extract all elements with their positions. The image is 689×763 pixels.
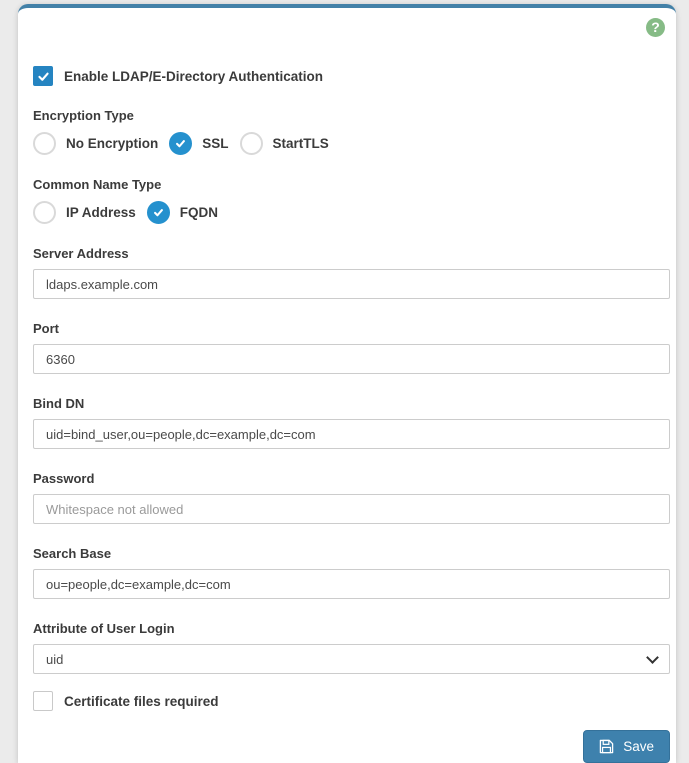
actions-row: Save	[33, 730, 670, 763]
panel-header: ?	[33, 18, 670, 37]
radio-circle[interactable]	[239, 132, 263, 155]
attribute-of-user-login-select-wrap: uid	[33, 636, 670, 674]
attribute-of-user-login-label: Attribute of User Login	[33, 621, 175, 636]
radio-fqdn[interactable]: FQDN	[146, 201, 219, 224]
enable-ldap-label: Enable LDAP/E-Directory Authentication	[64, 68, 324, 84]
ldap-settings-panel: ? Enable LDAP/E-Directory Authentication…	[18, 4, 676, 763]
radio-no-encryption-label: No Encryption	[66, 136, 159, 151]
check-icon	[153, 209, 163, 217]
bind-dn-label: Bind DN	[33, 396, 85, 411]
radio-ssl[interactable]: SSL	[169, 132, 229, 155]
enable-ldap-checkbox-row[interactable]: Enable LDAP/E-Directory Authentication	[33, 66, 670, 86]
help-icon[interactable]: ?	[646, 18, 665, 37]
certificate-files-label: Certificate files required	[64, 693, 219, 709]
encryption-type-label: Encryption Type	[33, 108, 134, 123]
radio-starttls[interactable]: StartTLS	[239, 132, 329, 155]
radio-circle[interactable]	[33, 132, 56, 155]
radio-circle[interactable]	[33, 201, 56, 224]
bind-dn-input[interactable]	[33, 419, 670, 449]
radio-ip-address[interactable]: IP Address	[33, 201, 136, 224]
encryption-type-group: No Encryption SSL StartTLS	[33, 132, 670, 155]
radio-starttls-label: StartTLS	[272, 136, 329, 151]
save-button[interactable]: Save	[583, 730, 670, 763]
certificate-files-checkbox-row[interactable]: Certificate files required	[33, 691, 670, 711]
port-label: Port	[33, 321, 59, 336]
check-icon	[37, 72, 49, 81]
radio-circle-selected[interactable]	[146, 201, 170, 224]
check-icon	[176, 140, 186, 148]
password-label: Password	[33, 471, 95, 486]
radio-fqdn-label: FQDN	[179, 205, 219, 220]
save-button-label: Save	[623, 739, 654, 754]
radio-circle-selected[interactable]	[169, 132, 193, 155]
common-name-type-group: IP Address FQDN	[33, 201, 670, 224]
password-input[interactable]	[33, 494, 670, 524]
certificate-files-checkbox[interactable]	[33, 691, 53, 711]
search-base-label: Search Base	[33, 546, 112, 561]
server-address-label: Server Address	[33, 246, 129, 261]
attribute-of-user-login-select[interactable]: uid	[33, 644, 670, 674]
search-base-input[interactable]	[33, 569, 670, 599]
enable-ldap-checkbox[interactable]	[33, 66, 53, 86]
common-name-type-label: Common Name Type	[33, 177, 162, 192]
radio-ip-address-label: IP Address	[66, 205, 136, 220]
radio-ssl-label: SSL	[202, 136, 229, 151]
save-icon	[599, 739, 614, 754]
port-input[interactable]	[33, 344, 670, 374]
radio-no-encryption[interactable]: No Encryption	[33, 132, 158, 155]
server-address-input[interactable]	[33, 269, 670, 299]
